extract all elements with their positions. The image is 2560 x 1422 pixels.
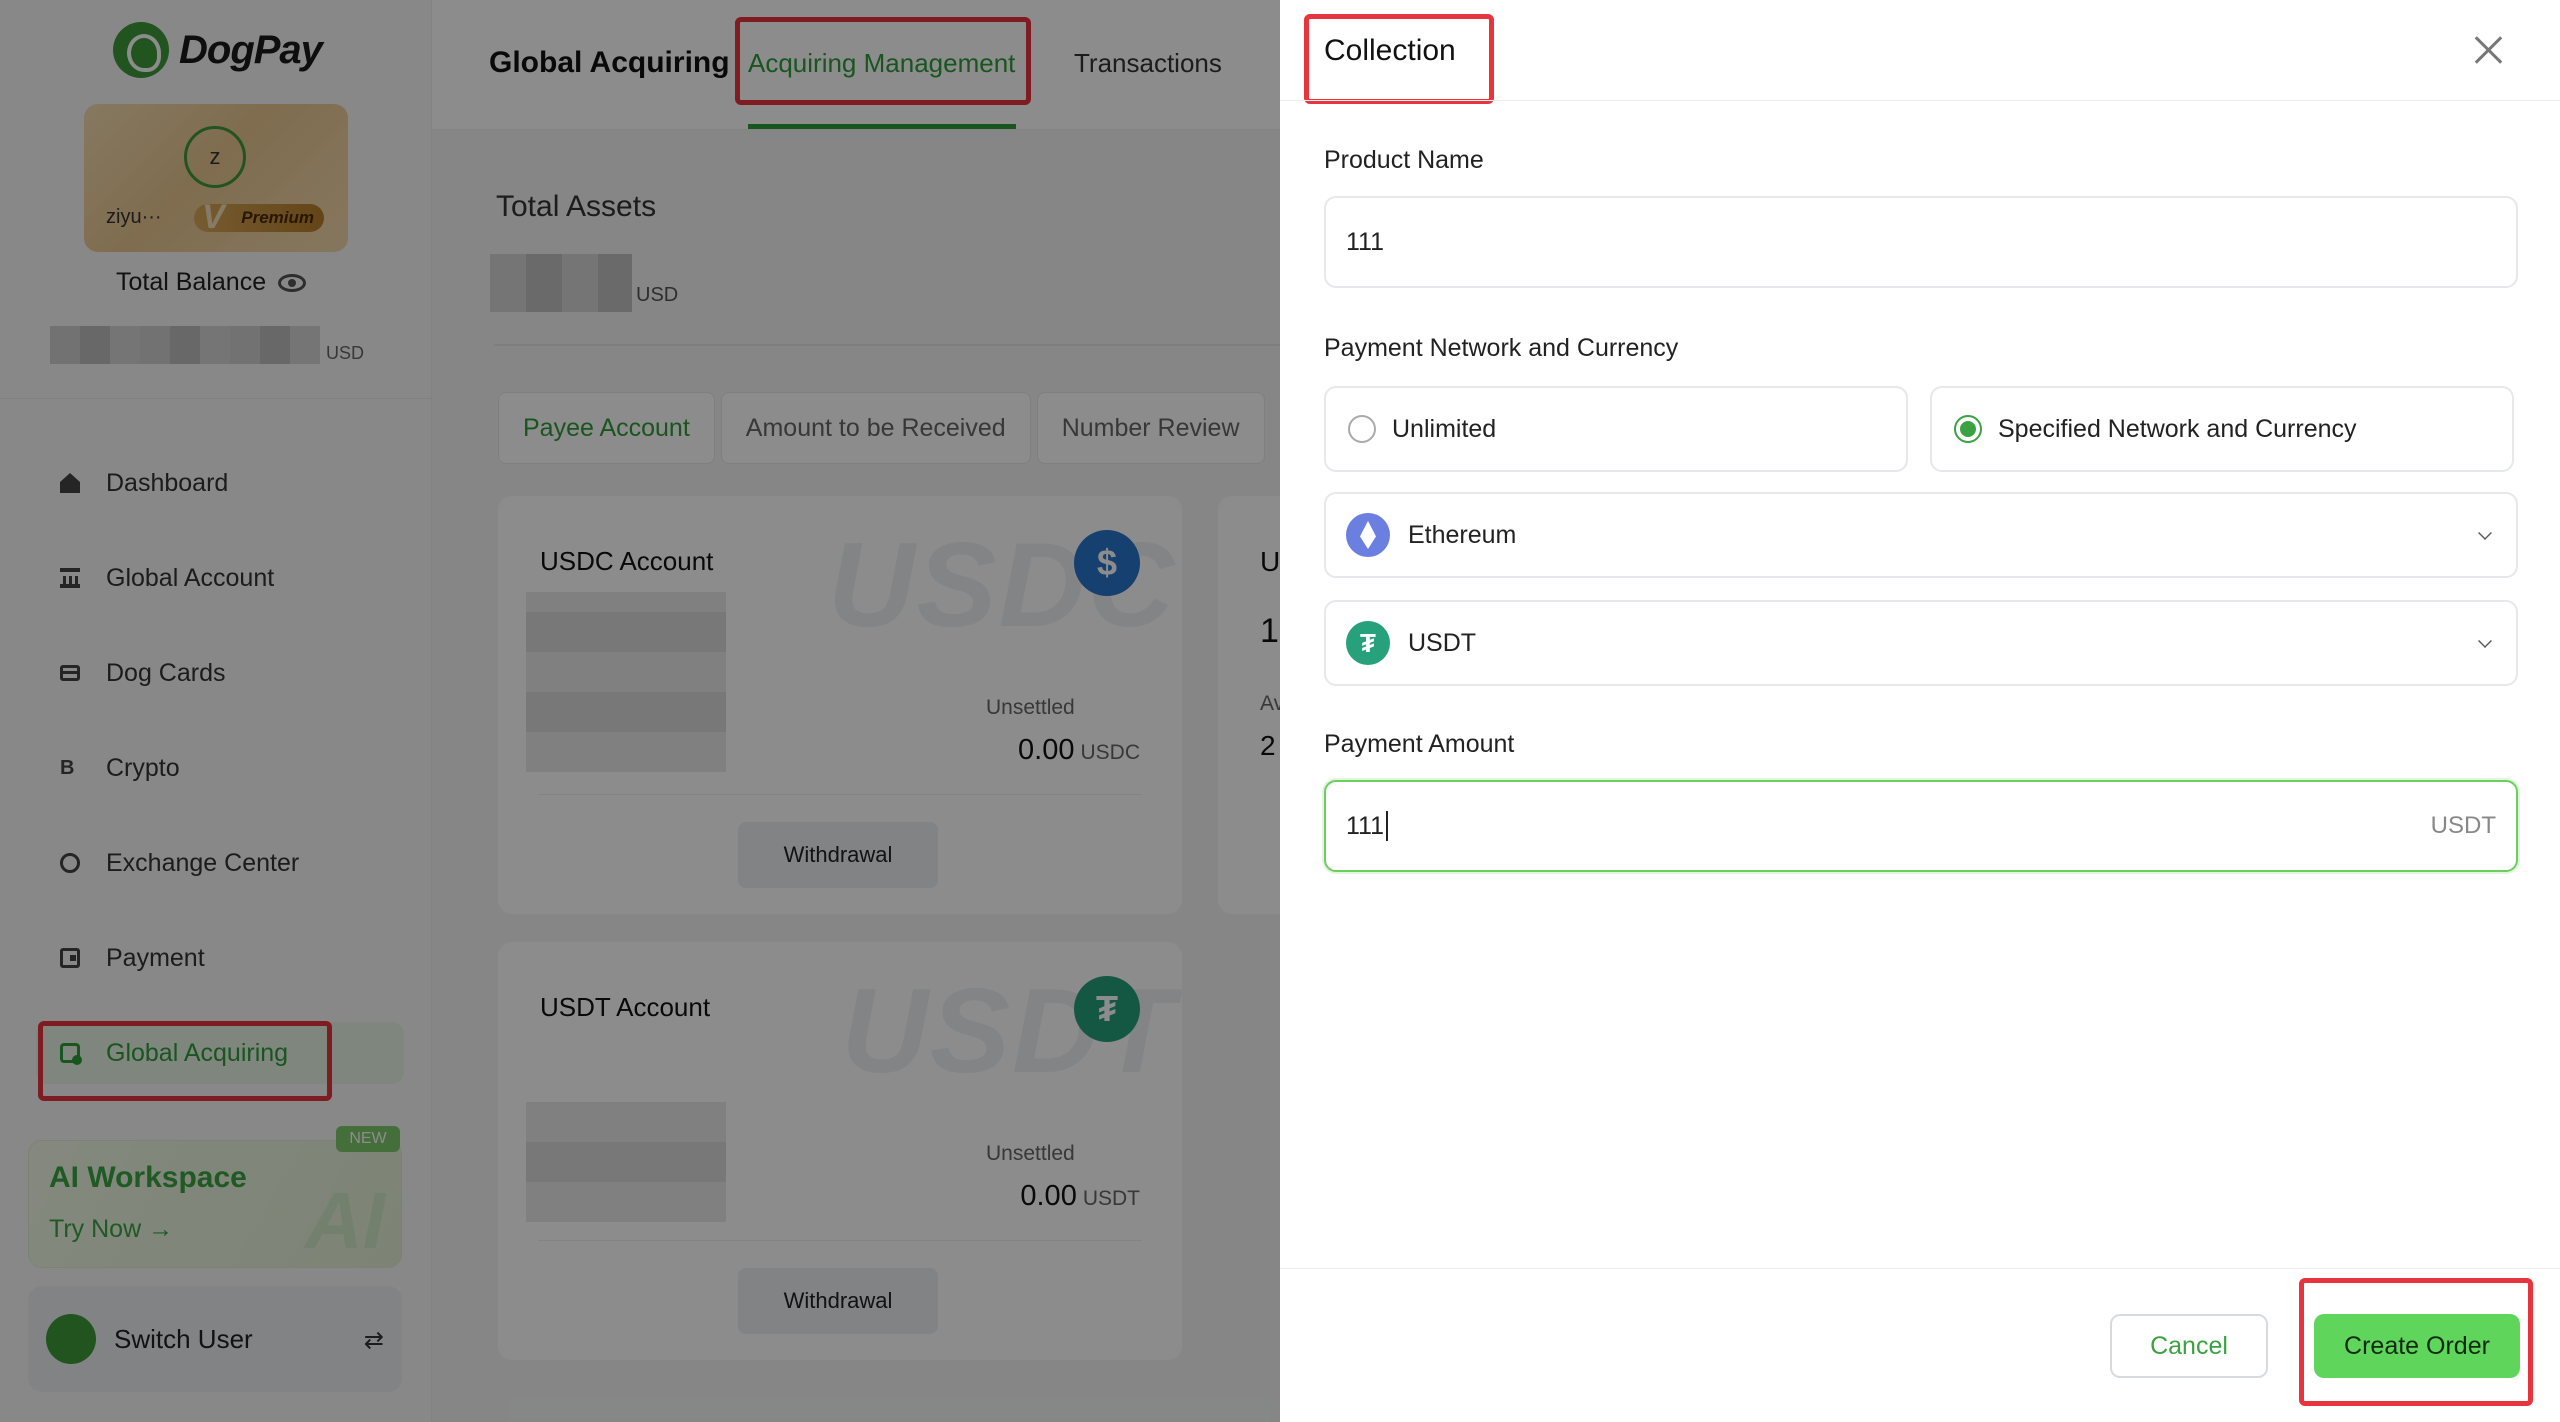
payment-amount-value: 111 — [1346, 811, 1385, 840]
radio-option-label: Specified Network and Currency — [1998, 414, 2357, 443]
drawer-header-divider — [1280, 100, 2560, 101]
drawer-footer-divider — [1280, 1268, 2560, 1269]
network-select[interactable]: Ethereum — [1324, 492, 2518, 578]
chevron-down-icon — [2478, 634, 2492, 648]
currency-select-value: USDT — [1408, 628, 1477, 657]
payment-network-label: Payment Network and Currency — [1324, 334, 1679, 362]
product-name-label: Product Name — [1324, 146, 1484, 174]
annotation-highlight-create-order — [2299, 1278, 2533, 1406]
cancel-button[interactable]: Cancel — [2110, 1314, 2268, 1378]
payment-amount-label: Payment Amount — [1324, 730, 1515, 758]
radio-option-label: Unlimited — [1392, 414, 1497, 443]
text-caret — [1386, 811, 1389, 841]
currency-select[interactable]: ₮ USDT — [1324, 600, 2518, 686]
annotation-highlight-collection — [1304, 14, 1494, 104]
payment-amount-suffix: USDT — [2430, 812, 2496, 839]
collection-drawer: Collection Product Name 111 Payment Netw… — [1280, 0, 2560, 1422]
chevron-down-icon — [2478, 526, 2492, 540]
radio-option-specified-network[interactable]: Specified Network and Currency — [1930, 386, 2514, 472]
radio-checked-icon — [1954, 415, 1982, 443]
modal-overlay[interactable] — [0, 0, 1280, 1422]
radio-unchecked-icon — [1348, 415, 1376, 443]
product-name-input[interactable]: 111 — [1324, 196, 2518, 288]
usdt-icon: ₮ — [1346, 621, 1390, 665]
product-name-value: 111 — [1346, 227, 1385, 256]
payment-amount-input[interactable]: 111 USDT — [1324, 780, 2518, 872]
close-icon[interactable] — [2468, 30, 2508, 70]
ethereum-icon — [1346, 513, 1390, 557]
radio-option-unlimited[interactable]: Unlimited — [1324, 386, 1908, 472]
network-select-value: Ethereum — [1408, 520, 1517, 549]
